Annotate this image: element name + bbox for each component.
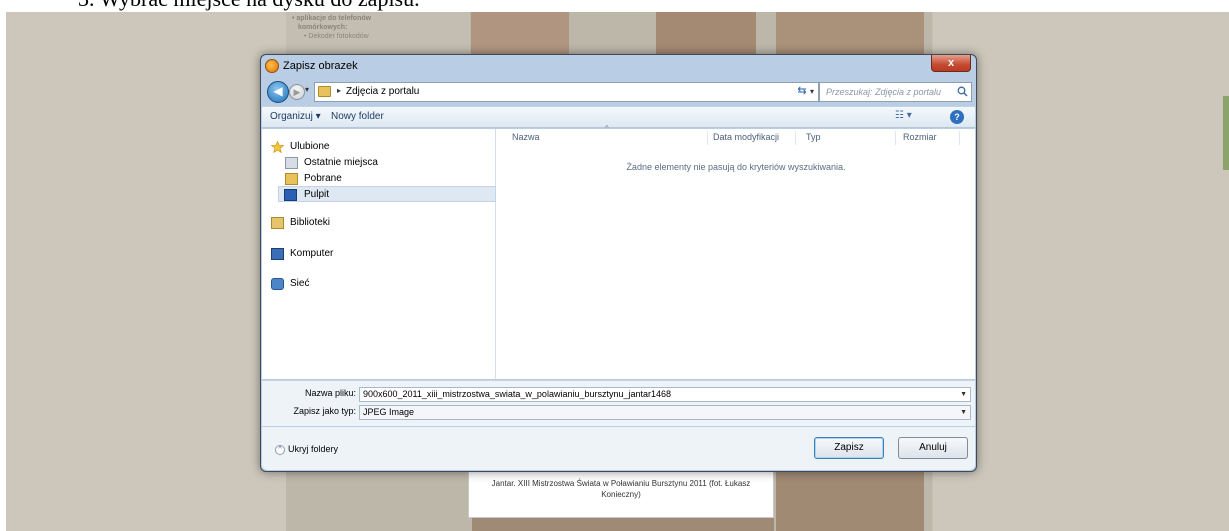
star-icon bbox=[271, 141, 284, 153]
save-image-dialog: Zapisz obrazek x ◀ ▶ ▾ ▸ Zdjęcia z porta… bbox=[260, 54, 977, 472]
column-divider[interactable] bbox=[707, 131, 708, 145]
firefox-icon bbox=[265, 59, 279, 73]
page-photo bbox=[472, 517, 774, 531]
hide-folders-label[interactable]: Ukryj foldery bbox=[288, 444, 338, 454]
hide-folders-button[interactable]: ^ Ukryj foldery bbox=[275, 444, 338, 455]
nav-item-desktop[interactable]: Pulpit bbox=[278, 186, 496, 202]
new-folder-button[interactable]: Nowy folder bbox=[331, 111, 384, 122]
filename-field[interactable]: 900x600_2011_xiii_mistrzostwa_swiata_w_p… bbox=[359, 387, 971, 402]
column-divider[interactable] bbox=[795, 131, 796, 145]
page-photo bbox=[471, 12, 569, 54]
nav-item-downloads[interactable]: Pobrane bbox=[282, 171, 494, 187]
search-placeholder: Przeszukaj: Zdjęcia z portalu bbox=[826, 87, 942, 97]
page-photo bbox=[776, 12, 924, 54]
dialog-toolbar: Organizuj ▾ Nowy folder ☷ ▾ ? bbox=[262, 106, 975, 128]
filetype-label: Zapisz jako typ: bbox=[293, 406, 356, 416]
address-bar: ◀ ▶ ▾ ▸ Zdjęcia z portalu ▾ ⇆ Przeszukaj… bbox=[267, 81, 972, 103]
search-icon[interactable] bbox=[957, 86, 968, 97]
recent-places-icon bbox=[285, 157, 298, 169]
forward-button[interactable]: ▶ bbox=[289, 84, 305, 100]
page-right-margin bbox=[933, 12, 1229, 531]
page-photo bbox=[656, 12, 756, 54]
computer-icon bbox=[271, 248, 284, 260]
filetype-select[interactable]: JPEG Image ▼ bbox=[359, 405, 971, 420]
folder-icon bbox=[318, 86, 331, 97]
nav-item-computer[interactable]: Komputer bbox=[268, 246, 494, 262]
column-divider[interactable] bbox=[895, 131, 896, 145]
history-dropdown-icon[interactable]: ▾ bbox=[305, 85, 309, 94]
nav-item-network[interactable]: Sieć bbox=[268, 276, 494, 292]
page-side-menu: • aplikacje do telefonów komórkowych: • … bbox=[286, 12, 470, 60]
network-icon bbox=[271, 278, 284, 290]
menu-line: komórkowych: bbox=[298, 24, 348, 31]
nav-item-recent-places[interactable]: Ostatnie miejsca bbox=[282, 155, 494, 171]
chevron-down-icon[interactable]: ▼ bbox=[960, 406, 967, 419]
desktop-icon bbox=[284, 189, 297, 201]
dialog-footer: ^ Ukryj foldery Zapisz Anuluj bbox=[262, 427, 975, 470]
nav-label: Ostatnie miejsca bbox=[304, 157, 378, 168]
column-header-size[interactable]: Rozmiar bbox=[903, 132, 937, 142]
nav-label: Biblioteki bbox=[290, 217, 331, 228]
nav-item-favorites[interactable]: Ulubione bbox=[268, 139, 494, 155]
save-fields: Nazwa pliku: 900x600_2011_xiii_mistrzost… bbox=[262, 380, 975, 426]
filename-label: Nazwa pliku: bbox=[304, 388, 356, 398]
photo-caption: Jantar. XIII Mistrzostwa Świata w Poławi… bbox=[468, 470, 774, 518]
nav-item-libraries[interactable]: Biblioteki bbox=[268, 215, 494, 231]
dialog-body: Ulubione Ostatnie miejsca Pobrane Pulpit… bbox=[262, 124, 975, 379]
nav-label: Komputer bbox=[290, 248, 334, 259]
organize-button[interactable]: Organizuj ▾ bbox=[270, 111, 321, 122]
dialog-titlebar[interactable]: Zapisz obrazek x bbox=[261, 55, 976, 79]
refresh-icon[interactable]: ⇆ bbox=[792, 82, 812, 102]
cancel-button[interactable]: Anuluj bbox=[898, 437, 968, 459]
chevron-right-icon[interactable]: ▸ bbox=[337, 86, 341, 95]
nav-label: Ulubione bbox=[290, 141, 330, 152]
chevron-up-icon[interactable]: ^ bbox=[275, 444, 285, 455]
column-header-name[interactable]: Nazwa bbox=[512, 132, 540, 142]
filetype-value[interactable]: JPEG Image bbox=[363, 407, 414, 417]
page-left-margin bbox=[6, 12, 286, 531]
path-breadcrumb[interactable]: Zdjęcia z portalu bbox=[346, 86, 419, 97]
libraries-icon bbox=[271, 217, 284, 229]
column-divider[interactable] bbox=[959, 131, 960, 145]
file-list-pane: ^ Nazwa Data modyfikacji Typ Rozmiar Żad… bbox=[497, 124, 975, 379]
column-header-date-modified[interactable]: Data modyfikacji bbox=[713, 132, 779, 142]
path-field[interactable]: ▸ Zdjęcia z portalu ▾ bbox=[314, 82, 819, 102]
document-heading: 3. Wybrać miejsce na dysku do zapisu. bbox=[0, 0, 1229, 12]
empty-folder-message: Żadne elementy nie pasują do kryteriów w… bbox=[626, 162, 846, 172]
filename-value[interactable]: 900x600_2011_xiii_mistrzostwa_swiata_w_p… bbox=[363, 389, 671, 399]
page-photo bbox=[776, 468, 924, 531]
document-heading-text: 3. Wybrać miejsce na dysku do zapisu. bbox=[78, 0, 420, 12]
back-button[interactable]: ◀ bbox=[267, 81, 289, 103]
save-button[interactable]: Zapisz bbox=[814, 437, 884, 459]
search-input[interactable]: Przeszukaj: Zdjęcia z portalu bbox=[819, 82, 972, 102]
menu-line: • Dekoder fotokodów bbox=[304, 33, 369, 40]
help-icon[interactable]: ? bbox=[950, 110, 964, 124]
nav-label: Sieć bbox=[290, 278, 310, 289]
nav-label: Pulpit bbox=[304, 189, 330, 200]
column-header-type[interactable]: Typ bbox=[806, 132, 821, 142]
views-icon[interactable]: ☷ ▾ bbox=[895, 110, 912, 121]
chevron-down-icon[interactable]: ▼ bbox=[960, 388, 967, 401]
dialog-title: Zapisz obrazek bbox=[283, 60, 358, 72]
downloads-folder-icon bbox=[285, 173, 298, 185]
page-side-tab bbox=[1223, 96, 1229, 170]
menu-line: • aplikacje do telefonów bbox=[292, 15, 372, 22]
sort-ascending-icon: ^ bbox=[605, 124, 609, 133]
navigation-pane: Ulubione Ostatnie miejsca Pobrane Pulpit… bbox=[262, 129, 496, 379]
close-button[interactable]: x bbox=[931, 55, 971, 72]
nav-label: Pobrane bbox=[304, 173, 342, 184]
